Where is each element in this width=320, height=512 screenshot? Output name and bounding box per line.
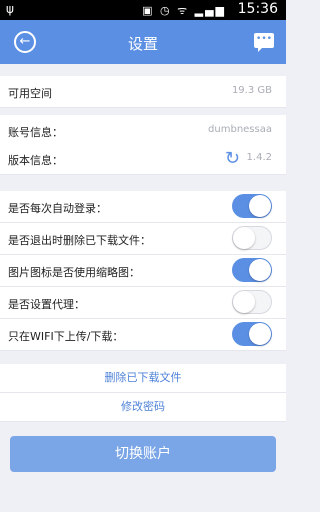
account-value: dumbnessaa: [208, 124, 272, 135]
storage-row: 可用空间 19.3 GB: [0, 76, 286, 108]
status-icons: ▣ ◷ ᯤ ▂▄▆: [142, 4, 226, 17]
toggle-label: 图片图标是否使用缩略图：: [8, 266, 140, 279]
delete-on-exit-toggle[interactable]: [232, 226, 272, 250]
toggle-label: 是否每次自动登录：: [8, 202, 107, 215]
refresh-icon[interactable]: ↻: [225, 148, 240, 169]
thumbnail-toggle[interactable]: [232, 258, 272, 282]
toggle-row-auto-login: 是否每次自动登录：: [0, 191, 286, 223]
toggle-knob: [249, 259, 271, 281]
status-bar: ψ ▣ ◷ ᯤ ▂▄▆ 15:36: [0, 0, 286, 20]
toggle-row-thumbnails: 图片图标是否使用缩略图：: [0, 255, 286, 287]
delete-downloads-link[interactable]: 删除已下载文件: [0, 364, 286, 393]
toggle-label: 是否退出时删除已下载文件：: [8, 234, 151, 247]
account-label: 账号信息：: [8, 126, 63, 139]
version-label: 版本信息：: [8, 154, 63, 167]
header: ← 设置 •••: [0, 20, 286, 64]
toggle-knob: [249, 195, 271, 217]
toggle-label: 只在WIFI下上传/下载：: [8, 330, 124, 343]
toggle-label: 是否设置代理：: [8, 298, 85, 311]
proxy-toggle[interactable]: [232, 290, 272, 314]
wifi-only-toggle[interactable]: [232, 322, 272, 346]
toggle-knob: [233, 227, 255, 249]
page-title: 设置: [127, 35, 158, 53]
message-icon[interactable]: •••: [254, 33, 274, 52]
toggle-knob: [249, 323, 271, 345]
toggle-row-delete-on-exit: 是否退出时删除已下载文件：: [0, 223, 286, 255]
auto-login-toggle[interactable]: [232, 194, 272, 218]
version-value: 1.4.2: [246, 152, 272, 163]
version-row: 版本信息： ↻ 1.4.2: [0, 143, 286, 175]
toggle-row-wifi-only: 只在WIFI下上传/下载：: [0, 319, 286, 351]
toggle-knob: [233, 291, 255, 313]
status-time: 15:36: [237, 1, 278, 17]
change-password-link[interactable]: 修改密码: [0, 393, 286, 422]
storage-value: 19.3 GB: [231, 85, 272, 96]
storage-label: 可用空间: [8, 87, 52, 100]
usb-icon: ψ: [6, 2, 14, 16]
switch-account-button[interactable]: 切换账户: [10, 436, 276, 472]
toggle-row-proxy: 是否设置代理：: [0, 287, 286, 319]
